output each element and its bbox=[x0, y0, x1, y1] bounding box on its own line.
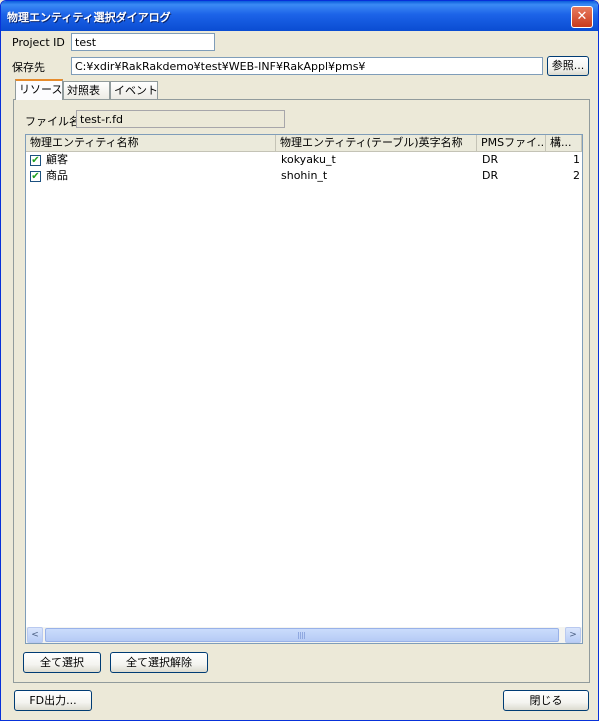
column-header-english-name[interactable]: 物理エンティティ(テーブル)英字名称 bbox=[276, 135, 477, 151]
select-all-button[interactable]: 全て選択 bbox=[23, 652, 101, 673]
project-id-field[interactable]: test bbox=[71, 33, 215, 51]
fd-output-button[interactable]: FD出力... bbox=[14, 690, 92, 711]
tab-event[interactable]: イベント bbox=[110, 81, 158, 99]
column-header-struct[interactable]: 構... bbox=[546, 135, 582, 151]
tab-mapping-table[interactable]: 対照表 bbox=[63, 81, 110, 99]
close-window-button[interactable]: ✕ bbox=[571, 6, 593, 28]
dialog-window: 物理エンティティ選択ダイアログ ✕ Project ID test 保存先 C:… bbox=[0, 0, 599, 721]
horizontal-scrollbar[interactable]: < > bbox=[26, 627, 582, 643]
scroll-right-button[interactable]: > bbox=[565, 627, 581, 643]
row-checkbox[interactable]: ✔ bbox=[30, 171, 41, 182]
struct-cell: 2 bbox=[573, 169, 580, 182]
entity-name-cell: 商品 bbox=[46, 169, 68, 182]
tab-resource[interactable]: リソース bbox=[15, 79, 63, 100]
table-header: 物理エンティティ名称 物理エンティティ(テーブル)英字名称 PMSファイ... … bbox=[26, 135, 582, 152]
entity-table: 物理エンティティ名称 物理エンティティ(テーブル)英字名称 PMSファイ... … bbox=[25, 134, 583, 644]
browse-button[interactable]: 参照... bbox=[547, 56, 589, 76]
title-bar[interactable]: 物理エンティティ選択ダイアログ ✕ bbox=[1, 1, 598, 31]
file-name-label: ファイル名 bbox=[25, 115, 80, 128]
struct-cell: 1 bbox=[573, 153, 580, 166]
row-checkbox[interactable]: ✔ bbox=[30, 155, 41, 166]
english-name-cell: kokyaku_t bbox=[281, 153, 336, 166]
save-to-path-field[interactable]: C:¥xdir¥RakRakdemo¥test¥WEB-INF¥RakAppl¥… bbox=[71, 57, 543, 75]
scroll-left-button[interactable]: < bbox=[27, 627, 43, 643]
window-title: 物理エンティティ選択ダイアログ bbox=[7, 11, 171, 24]
table-row[interactable]: ✔ 商品 shohin_t DR 2 bbox=[26, 168, 582, 184]
grip-icon bbox=[298, 632, 306, 639]
save-to-label: 保存先 bbox=[12, 61, 45, 74]
english-name-cell: shohin_t bbox=[281, 169, 328, 182]
column-header-pms-file[interactable]: PMSファイ... bbox=[477, 135, 546, 151]
pms-file-cell: DR bbox=[482, 169, 499, 182]
chevron-right-icon: > bbox=[569, 630, 577, 640]
close-button[interactable]: 閉じる bbox=[503, 690, 589, 711]
close-icon: ✕ bbox=[576, 9, 588, 24]
entity-name-cell: 顧客 bbox=[46, 153, 68, 166]
deselect-all-button[interactable]: 全て選択解除 bbox=[110, 652, 208, 673]
chevron-left-icon: < bbox=[31, 630, 39, 640]
pms-file-cell: DR bbox=[482, 153, 499, 166]
table-row[interactable]: ✔ 顧客 kokyaku_t DR 1 bbox=[26, 152, 582, 168]
file-name-field: test-r.fd bbox=[76, 110, 285, 128]
project-id-label: Project ID bbox=[12, 36, 65, 49]
scrollbar-thumb[interactable] bbox=[45, 628, 559, 642]
column-header-entity-name[interactable]: 物理エンティティ名称 bbox=[26, 135, 276, 151]
